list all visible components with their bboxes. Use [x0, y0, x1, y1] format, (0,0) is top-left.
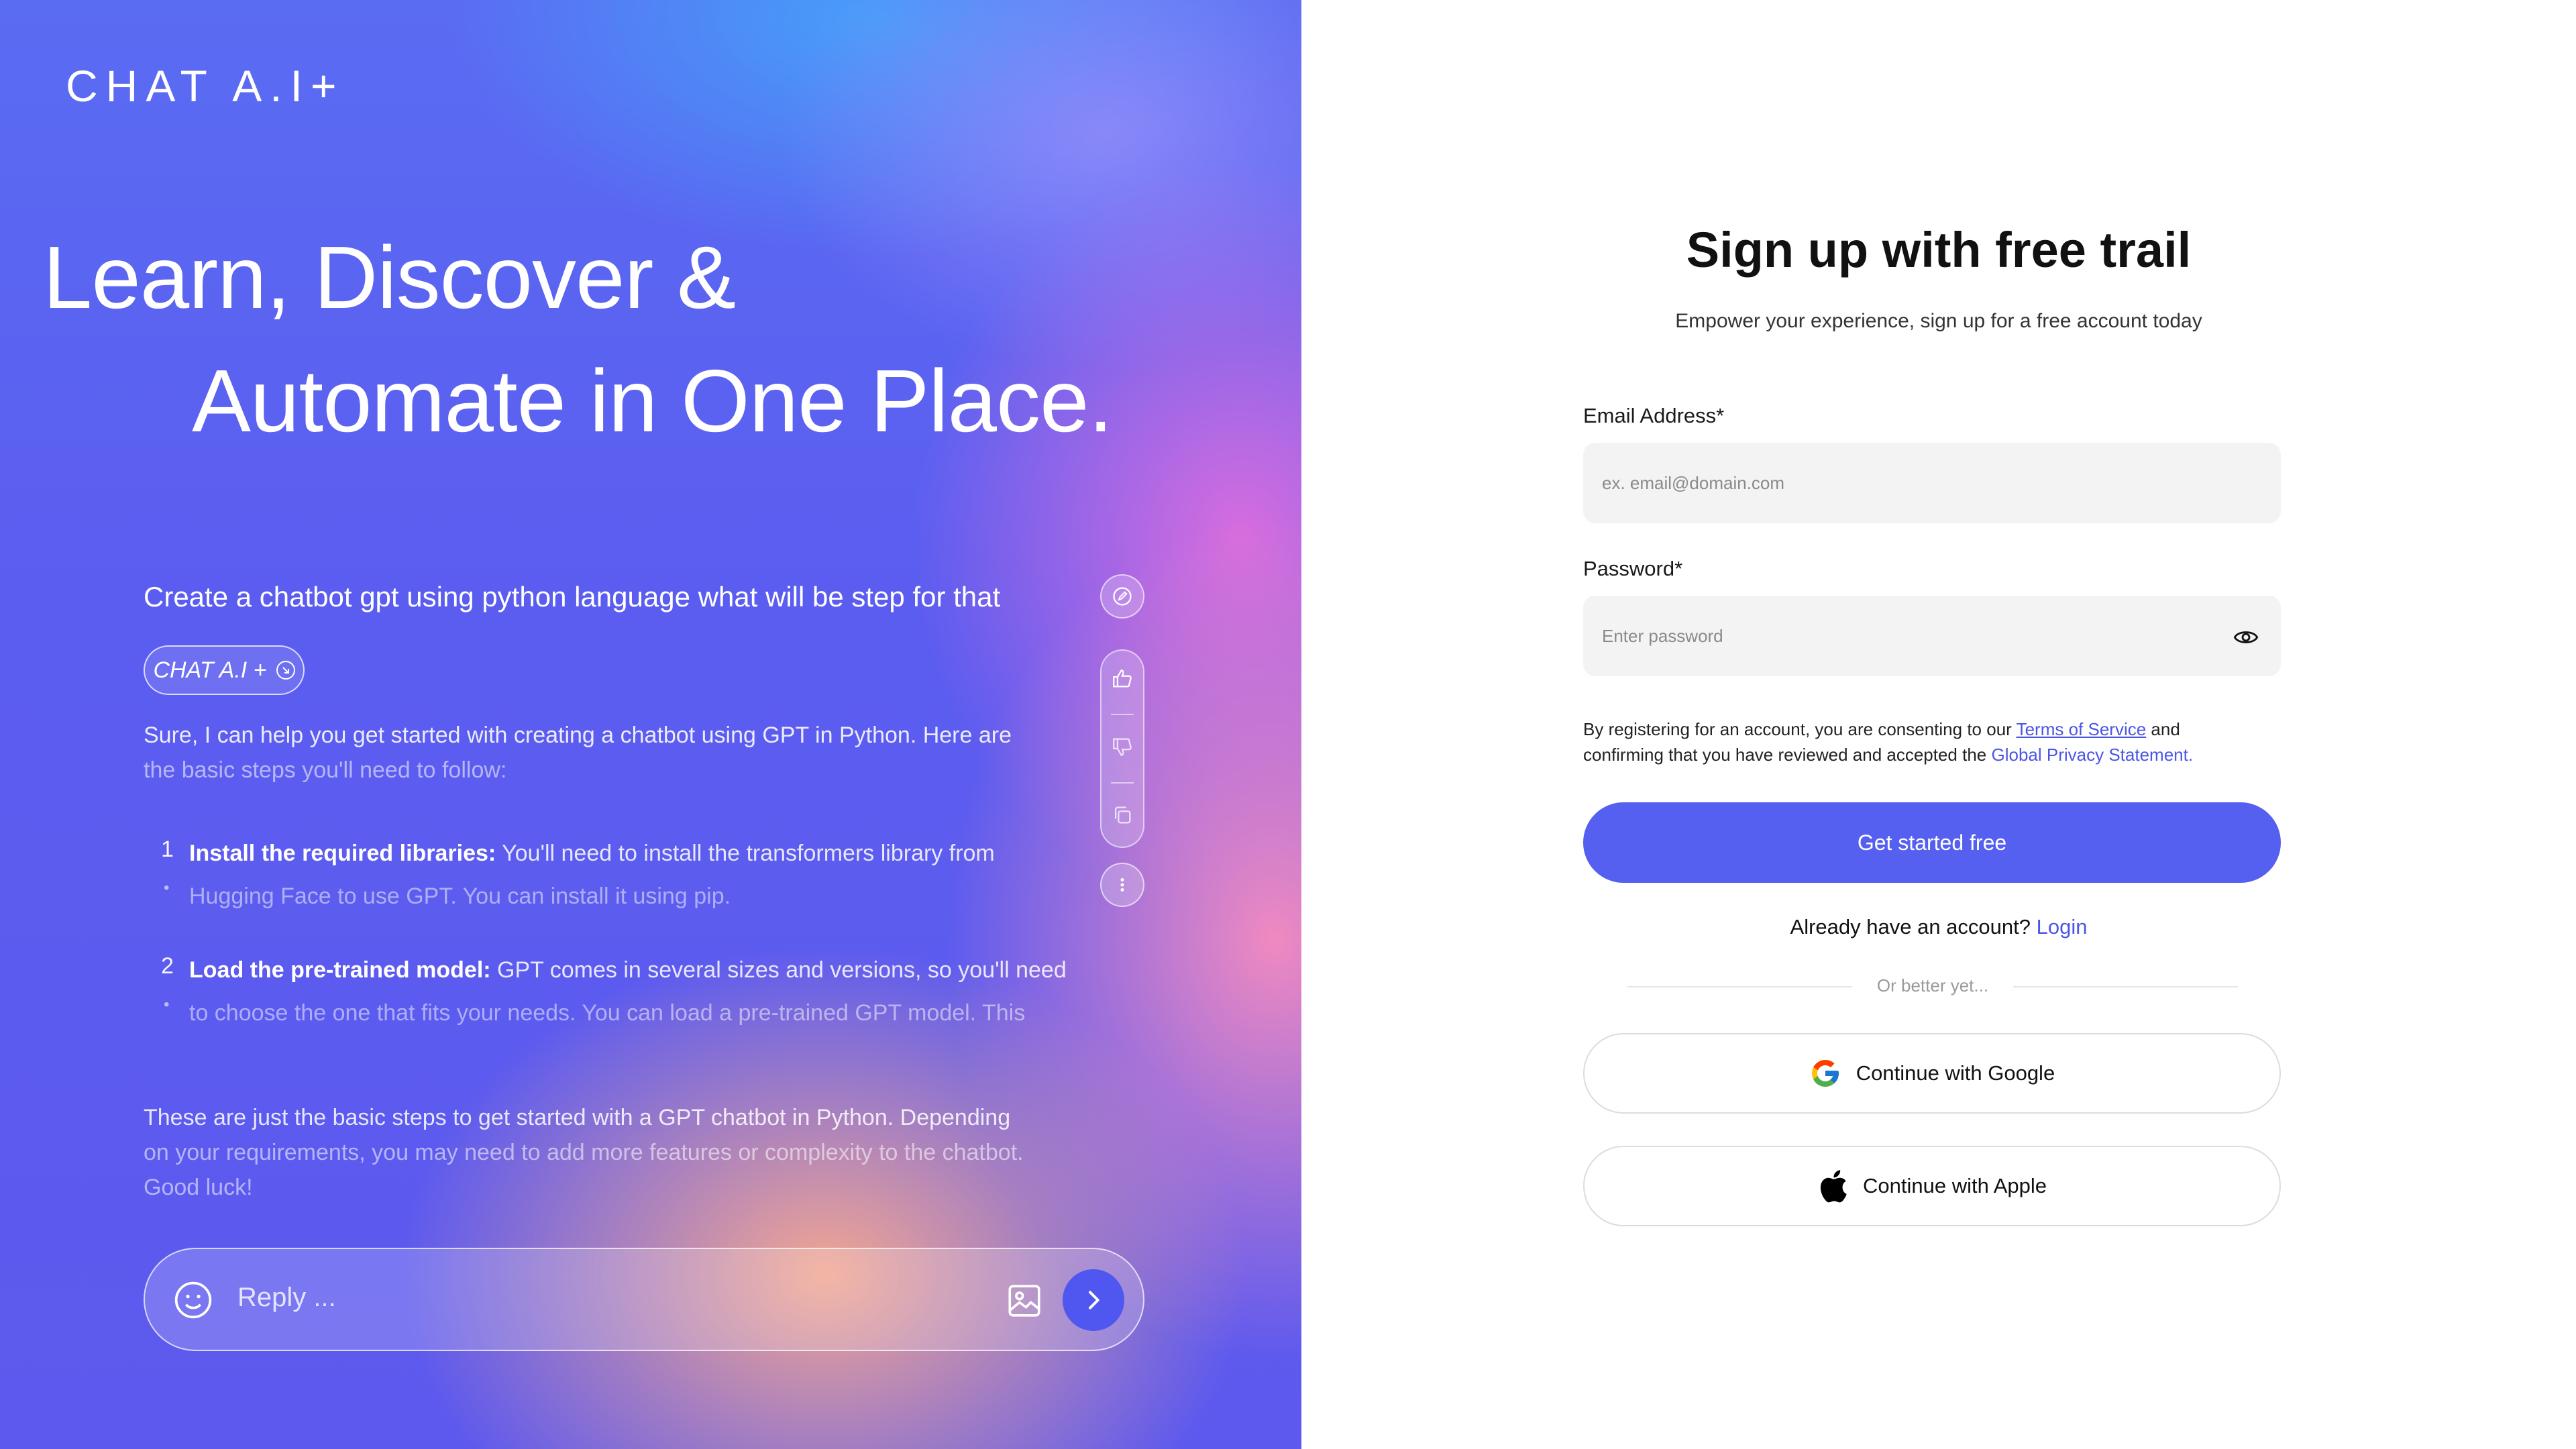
toggle-password-button[interactable]	[2233, 624, 2259, 654]
chat-answer-intro: Sure, I can help you get started with cr…	[144, 718, 1069, 788]
step-title: Install the required libraries:	[189, 841, 496, 866]
message-actions	[1100, 649, 1144, 848]
step-bullet: •	[164, 996, 170, 1014]
eye-icon	[2233, 631, 2259, 643]
thumbs-up-icon	[1113, 669, 1132, 688]
terms-of-service-link[interactable]: Terms of Service	[2017, 719, 2147, 739]
or-divider: Or better yet...	[1627, 975, 2238, 996]
step-text: You'll need to install the transformers …	[496, 841, 995, 866]
emoji-icon	[174, 1281, 212, 1319]
password-label: Password*	[1583, 557, 1683, 580]
consent-part-1: By registering for an account, you are c…	[1583, 719, 2017, 739]
consent-part-2: and	[2146, 719, 2180, 739]
more-button[interactable]	[1100, 863, 1144, 907]
signup-panel: Sign up with free trail Empower your exp…	[1301, 0, 2576, 1449]
step-text-continued: to choose the one that fits your needs. …	[189, 1000, 1026, 1026]
login-link[interactable]: Login	[2037, 915, 2088, 938]
step-text-continued: Hugging Face to use GPT. You can install…	[189, 883, 731, 909]
step-title: Load the pre-trained model:	[189, 957, 491, 983]
get-started-button[interactable]: Get started free	[1583, 802, 2281, 883]
thumbs-down-button[interactable]	[1111, 735, 1134, 761]
arrow-circle-icon	[276, 661, 295, 680]
copy-icon	[1114, 806, 1131, 824]
closing-line-1: These are just the basic steps to get st…	[144, 1105, 1011, 1130]
continue-with-apple-button[interactable]: Continue with Apple	[1583, 1146, 2281, 1226]
google-icon	[1811, 1060, 1839, 1087]
step-number: 2	[161, 953, 174, 979]
attach-image-button[interactable]	[1005, 1281, 1044, 1324]
hero-headline-line2: Automate in One Place.	[192, 352, 1113, 450]
chat-answer-closing: These are just the basic steps to get st…	[144, 1100, 1076, 1205]
signup-title: Sign up with free trail	[1686, 222, 2192, 278]
login-prompt: Already have an account? Login	[1301, 915, 2576, 939]
chevron-right-icon	[1089, 1291, 1099, 1309]
apple-button-label: Continue with Apple	[1862, 1174, 2047, 1197]
brand-logo: CHAT A.I+	[66, 61, 345, 111]
answer-line-2: the basic steps you'll need to follow:	[144, 757, 507, 783]
continue-with-google-button[interactable]: Continue with Google	[1583, 1033, 2281, 1114]
more-vertical-icon	[1120, 878, 1124, 892]
signup-subtitle: Empower your experience, sign up for a f…	[1675, 310, 2202, 332]
hero-headline-line1: Learn, Discover &	[43, 228, 736, 327]
closing-line-2: on your requirements, you may need to ad…	[144, 1140, 1024, 1165]
thumbs-down-icon	[1113, 739, 1132, 757]
answer-step: 1 • Install the required libraries: You'…	[161, 832, 1087, 918]
answer-step: 2 • Load the pre-trained model: GPT come…	[161, 949, 1087, 1034]
send-button[interactable]	[1063, 1269, 1124, 1331]
consent-text: By registering for an account, you are c…	[1583, 716, 2294, 767]
privacy-statement-link[interactable]: Global Privacy Statement.	[1992, 745, 2194, 765]
step-text: GPT comes in several sizes and versions,…	[490, 957, 1067, 983]
thumbs-up-button[interactable]	[1111, 667, 1134, 694]
google-button-label: Continue with Google	[1856, 1061, 2055, 1085]
divider	[1111, 714, 1134, 716]
have-account-text: Already have an account?	[1790, 915, 2037, 938]
email-field[interactable]	[1583, 443, 2281, 523]
reply-bar: Reply ...	[144, 1248, 1144, 1351]
email-label: Email Address*	[1583, 404, 1725, 427]
emoji-button[interactable]	[172, 1279, 215, 1325]
edit-button[interactable]	[1100, 574, 1144, 619]
answer-line-1: Sure, I can help you get started with cr…	[144, 722, 1012, 748]
divider	[1111, 782, 1134, 784]
consent-part-3: confirming that you have reviewed and ac…	[1583, 745, 1992, 765]
copy-button[interactable]	[1111, 804, 1134, 830]
reply-input[interactable]: Reply ...	[237, 1283, 336, 1313]
hero-panel: CHAT A.I+ Learn, Discover & Automate in …	[0, 0, 1301, 1449]
assistant-chip[interactable]: CHAT A.I +	[144, 645, 305, 695]
image-icon	[1008, 1285, 1040, 1317]
apple-icon	[1820, 1170, 1847, 1203]
assistant-chip-label: CHAT A.I +	[153, 657, 267, 683]
password-field[interactable]	[1583, 596, 2281, 676]
closing-line-3: Good luck!	[144, 1175, 253, 1200]
divider-line	[2013, 986, 2238, 987]
step-bullet: •	[164, 879, 170, 897]
chat-question: Create a chatbot gpt using python langua…	[144, 581, 1001, 612]
step-number: 1	[161, 837, 174, 862]
edit-icon	[1113, 587, 1132, 606]
